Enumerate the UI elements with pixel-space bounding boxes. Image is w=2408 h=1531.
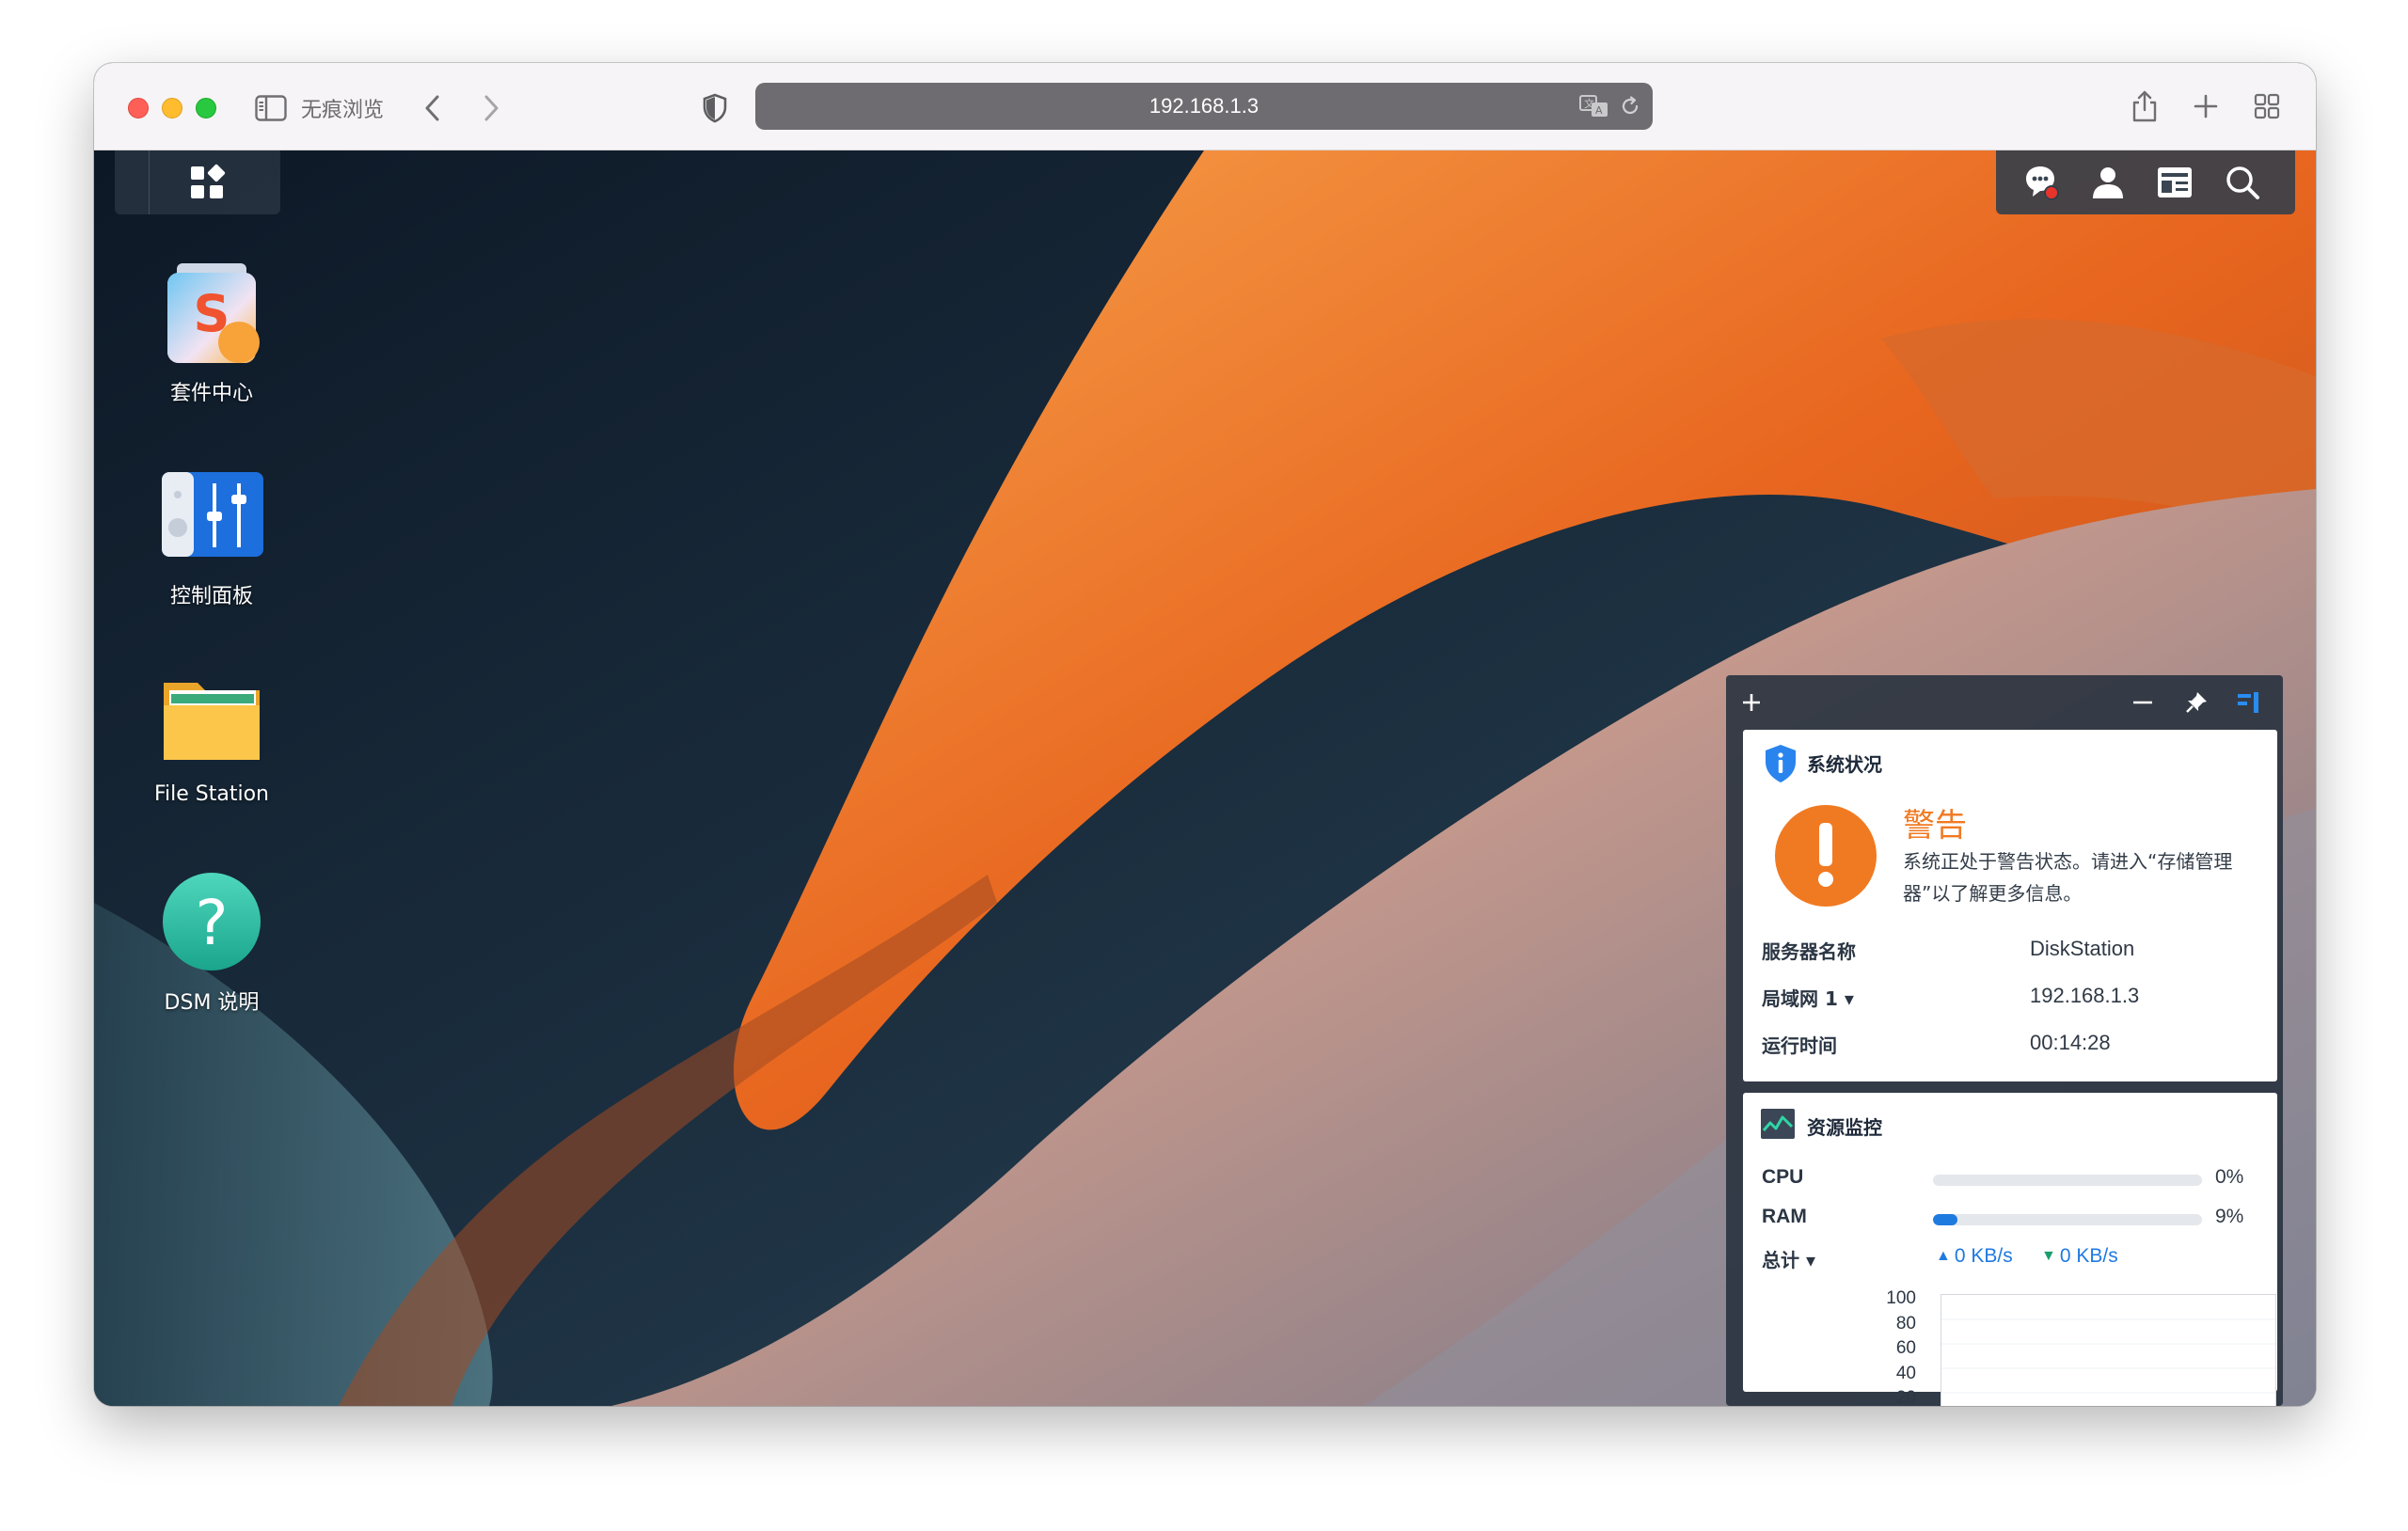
widget-panel: 系统状况 警告 系统正处于警告状态。请进入“存储管理器”以了解更多信息。 服务器… — [1726, 675, 2283, 1406]
upload-value: 0 KB/s — [1954, 1245, 2013, 1267]
search-icon[interactable] — [2222, 162, 2263, 203]
server-name-row: 服务器名称 DiskStation — [1762, 937, 2258, 965]
package-center-icon: S — [160, 263, 263, 367]
upload-speed: ▲ 0 KB/s — [1936, 1245, 2013, 1268]
desktop-icon-label: DSM 说明 — [164, 991, 260, 1015]
system-tray — [1996, 150, 2295, 214]
download-arrow-icon: ▼ — [2041, 1248, 2056, 1264]
help-icon: ? — [160, 873, 263, 976]
resource-monitor-widget: 资源监控 CPU 0% RAM 9% 总计 ▾ ▲ 0 KB/s ▼ 0 KB/s — [1743, 1093, 2277, 1406]
file-station-shortcut[interactable]: File Station — [136, 670, 287, 806]
network-chart-plot — [1941, 1318, 2275, 1394]
info-value: 192.168.1.3 — [2030, 984, 2140, 1007]
url-text: 192.168.1.3 — [1149, 94, 1259, 118]
sidebar-icon[interactable] — [254, 91, 288, 125]
control-panel-icon — [160, 466, 263, 570]
svg-text:?: ? — [195, 887, 228, 959]
y-tick-label: 20 — [1895, 1388, 1916, 1406]
status-title: 警告 — [1903, 807, 1967, 844]
chevron-left-icon[interactable] — [414, 89, 452, 127]
plus-icon[interactable] — [2187, 87, 2225, 125]
upload-arrow-icon: ▲ — [1936, 1248, 1951, 1264]
browser-window: 无痕浏览 192.168.1.3 文A S 套件中心 控制面板 File Sta… — [94, 63, 2316, 1406]
cpu-label: CPU — [1762, 1166, 1804, 1188]
widgets-icon[interactable] — [2154, 162, 2195, 203]
minimize-window-button[interactable] — [162, 98, 182, 118]
chevron-right-icon[interactable] — [472, 89, 510, 127]
address-bar[interactable]: 192.168.1.3 文A — [755, 83, 1653, 130]
download-speed: ▼ 0 KB/s — [2041, 1245, 2118, 1268]
user-icon[interactable] — [2087, 162, 2129, 203]
private-browsing-label: 无痕浏览 — [301, 99, 385, 122]
plus-icon[interactable] — [1737, 688, 1766, 717]
y-tick-label: 40 — [1895, 1363, 1916, 1383]
network-row: 总计 ▾ ▲ 0 KB/s ▼ 0 KB/s — [1762, 1245, 2258, 1273]
translate-icon[interactable]: 文A — [1578, 91, 1610, 121]
ram-percent: 9% — [2215, 1206, 2244, 1227]
system-health-widget: 系统状况 警告 系统正处于警告状态。请进入“存储管理器”以了解更多信息。 服务器… — [1743, 730, 2277, 1081]
info-key: 服务器名称 — [1762, 940, 1856, 963]
monitor-chart-icon — [1761, 1109, 1795, 1139]
lan-row: 局域网 1 ▾ 192.168.1.3 — [1762, 984, 2258, 1012]
uptime-row: 运行时间 00:14:28 — [1762, 1031, 2258, 1059]
taskbar-divider — [149, 150, 150, 214]
warning-icon — [1775, 805, 1877, 907]
control-panel-shortcut[interactable]: 控制面板 — [136, 466, 287, 609]
info-value: 00:14:28 — [2030, 1031, 2111, 1054]
cpu-row: CPU 0% — [1762, 1166, 2258, 1194]
status-message: 系统正处于警告状态。请进入“存储管理器”以了解更多信息。 — [1903, 850, 2233, 905]
lan-dropdown[interactable]: 局域网 1 ▾ — [1762, 984, 1854, 1011]
reload-icon[interactable] — [1617, 93, 1643, 119]
folder-icon — [160, 670, 263, 773]
browser-toolbar: 无痕浏览 192.168.1.3 文A — [94, 63, 2316, 150]
ram-label: RAM — [1762, 1206, 1807, 1227]
dsm-help-shortcut[interactable]: ? DSM 说明 — [136, 873, 287, 1016]
close-window-button[interactable] — [128, 98, 149, 118]
ram-row: RAM 9% — [1762, 1206, 2258, 1234]
pin-icon[interactable] — [2182, 688, 2210, 717]
desktop-icon-label: File Station — [153, 782, 270, 806]
cpu-usage-bar — [1933, 1175, 2202, 1186]
ram-usage-fill — [1933, 1214, 1957, 1225]
minimize-icon[interactable] — [2129, 688, 2157, 717]
panel-dock-icon[interactable] — [2234, 688, 2262, 717]
ram-usage-bar — [1933, 1214, 2202, 1225]
y-tick-label: 100 — [1886, 1288, 1916, 1308]
y-tick-label: 60 — [1895, 1338, 1916, 1358]
shield-icon[interactable] — [696, 89, 734, 127]
desktop-icon-label: 控制面板 — [169, 585, 253, 608]
widget-title: 系统状况 — [1807, 753, 1882, 776]
main-menu-icon — [191, 164, 226, 198]
svg-text:A: A — [1595, 104, 1603, 117]
tab-overview-icon[interactable] — [2248, 87, 2286, 125]
main-menu-button[interactable] — [115, 150, 280, 214]
svg-text:S: S — [194, 284, 230, 343]
chart-y-axis: 100 80 60 40 20 0 — [1875, 1286, 1916, 1406]
widget-title: 资源监控 — [1807, 1116, 1882, 1139]
download-value: 0 KB/s — [2059, 1245, 2118, 1267]
info-value: DiskStation — [2030, 937, 2135, 960]
widget-panel-header — [1726, 675, 2283, 728]
info-shield-icon — [1766, 745, 1796, 782]
package-center-shortcut[interactable]: S 套件中心 — [136, 263, 287, 406]
desktop-icon-label: 套件中心 — [169, 382, 253, 405]
cpu-percent: 0% — [2215, 1166, 2244, 1188]
info-key: 运行时间 — [1762, 1034, 1837, 1057]
y-tick-label: 80 — [1895, 1313, 1916, 1334]
notification-icon[interactable] — [2020, 162, 2062, 203]
dsm-desktop: S 套件中心 控制面板 File Station ? DSM 说明 系统状况 警… — [94, 150, 2316, 1406]
share-icon[interactable] — [2126, 87, 2163, 125]
fullscreen-window-button[interactable] — [196, 98, 216, 118]
network-chart — [1941, 1294, 2276, 1406]
network-dropdown[interactable]: 总计 ▾ — [1762, 1245, 1815, 1272]
